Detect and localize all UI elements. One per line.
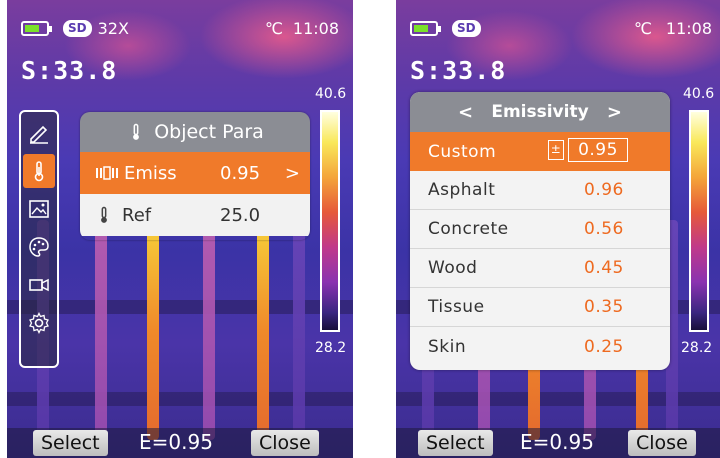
material-name: Asphalt [428, 180, 496, 200]
settings-icon[interactable] [23, 306, 55, 340]
dialog-title: Emissivity [491, 102, 589, 122]
palette-icon[interactable] [23, 230, 55, 264]
side-menu [19, 110, 59, 368]
thermometer-icon [133, 123, 140, 140]
prev-arrow-icon[interactable]: < [458, 102, 473, 123]
spot-temperature: S:33.8 [21, 56, 118, 85]
material-name: Concrete [428, 219, 509, 239]
material-name: Tissue [428, 297, 485, 317]
custom-emissivity-row[interactable]: Custom ± 0.95 [410, 132, 670, 171]
next-arrow-icon[interactable]: > [607, 102, 622, 123]
edit-icon[interactable] [23, 116, 55, 150]
thermometer-icon [101, 206, 107, 223]
material-value: 0.25 [584, 336, 624, 357]
bottom-bar: Select E=0.95 Close [396, 428, 720, 458]
temperature-unit: ℃ [634, 18, 652, 38]
scale-max-label: 40.6 [315, 86, 347, 102]
chevron-right-icon: > [284, 162, 300, 184]
image-icon[interactable] [23, 192, 55, 226]
object-parameters-panel: Object Para Emiss 0.95 > Ref 25.0 [80, 112, 310, 240]
material-value: 0.56 [584, 219, 624, 239]
emissivity-dialog: < Emissivity > Custom ± 0.95 Asphalt 0.9… [410, 92, 670, 370]
clock: 11:08 [292, 18, 339, 38]
emissivity-readout: E=0.95 [139, 430, 213, 454]
status-bar: SD 32X ℃ 11:08 [21, 16, 345, 40]
close-button[interactable]: Close [628, 430, 696, 456]
video-icon[interactable] [23, 268, 55, 302]
scale-max-label: 40.6 [683, 86, 715, 102]
temperature-unit: ℃ [265, 18, 283, 38]
list-item[interactable]: Concrete 0.56 [410, 210, 670, 249]
bottom-bar: Select E=0.95 Close [7, 428, 353, 458]
battery-icon [410, 20, 441, 36]
material-name: Wood [428, 258, 478, 278]
scale-min-label: 28.2 [315, 340, 347, 356]
thermometer-icon[interactable] [23, 154, 55, 188]
select-button[interactable]: Select [33, 430, 108, 456]
emissivity-readout: E=0.95 [520, 430, 594, 454]
reflected-temp-label: Ref [122, 204, 152, 226]
list-item[interactable]: Wood 0.45 [410, 249, 670, 288]
scale-min-label: 28.2 [681, 340, 713, 356]
color-scale-bar [689, 110, 709, 332]
panel-title: Object Para [154, 121, 264, 143]
emissivity-label: Emiss [124, 162, 177, 184]
dialog-header: < Emissivity > [410, 92, 670, 132]
panel-header: Object Para [80, 112, 310, 152]
thermal-screen-left: SD 32X ℃ 11:08 S:33.8 40.6 28.2 Object P… [7, 0, 353, 458]
close-button[interactable]: Close [251, 430, 319, 456]
custom-value-input[interactable]: 0.95 [568, 138, 628, 162]
sd-card-badge: SD [452, 19, 481, 37]
zoom-level: 32X [97, 18, 129, 38]
reflected-temp-row[interactable]: Ref 25.0 [80, 194, 310, 236]
emissivity-row[interactable]: Emiss 0.95 > [80, 152, 310, 194]
custom-label: Custom [428, 141, 497, 162]
emissivity-value: 0.95 [220, 162, 261, 184]
select-button[interactable]: Select [418, 430, 493, 456]
reflected-temp-value: 25.0 [220, 204, 261, 226]
battery-icon [21, 20, 52, 36]
material-name: Skin [428, 336, 467, 357]
spot-temperature: S:33.8 [410, 56, 507, 85]
list-item[interactable]: Tissue 0.35 [410, 288, 670, 327]
material-value: 0.35 [584, 297, 624, 317]
material-value: 0.45 [584, 258, 624, 278]
clock: 11:08 [665, 18, 712, 38]
plus-minus-icon[interactable]: ± [548, 140, 564, 160]
color-scale-bar [320, 110, 340, 332]
list-item[interactable]: Skin 0.25 [410, 327, 670, 366]
emissivity-icon [96, 166, 118, 180]
status-bar: SD ℃ 11:08 [410, 16, 712, 40]
sd-card-badge: SD [63, 19, 92, 37]
material-value: 0.96 [584, 180, 624, 200]
list-item[interactable]: Asphalt 0.96 [410, 171, 670, 210]
thermal-screen-right: SD ℃ 11:08 S:33.8 40.6 28.2 < Emissivity… [396, 0, 720, 458]
